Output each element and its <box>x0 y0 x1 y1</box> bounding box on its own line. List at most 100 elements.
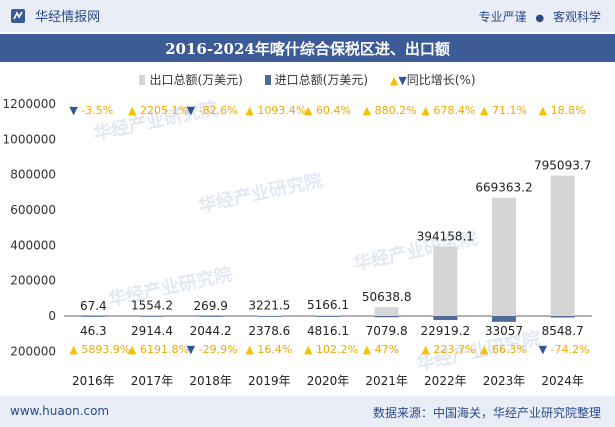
growth-down-icon: ▼ <box>69 104 78 117</box>
growth-down-icon: ▼ <box>187 104 196 117</box>
export-value-label: 5166.1 <box>307 298 349 312</box>
export-bar <box>492 197 516 316</box>
growth-up-icon: ▲ <box>245 104 254 117</box>
growth-up-icon: ▲ <box>363 104 372 117</box>
top-bar: 华经情报网 专业严谨 ● 客观科学 <box>0 0 615 32</box>
growth-up-icon: ▲ <box>421 343 430 356</box>
growth-up-icon: ▲ <box>363 343 372 356</box>
brand-name: 华经情报网 <box>35 10 101 25</box>
export-value-label: 67.4 <box>80 299 107 313</box>
chart-title: 2016-2024年喀什综合保税区进、出口额 <box>165 40 450 58</box>
title-bar: 2016-2024年喀什综合保税区进、出口额 <box>0 34 615 62</box>
import-value-label: 2044.2 <box>190 324 232 338</box>
import-value-label: 22919.2 <box>421 324 471 338</box>
import-bar <box>140 316 164 317</box>
export-growth-label: 678.4% <box>433 104 475 117</box>
import-growth-label: 5893.9% <box>81 343 130 356</box>
legend-export-swatch <box>139 75 146 85</box>
y-tick-label: 600000 <box>10 203 56 217</box>
import-growth-label: 16.4% <box>257 343 292 356</box>
import-value-label: 2914.4 <box>131 324 173 338</box>
export-bar <box>433 246 458 316</box>
import-growth-label: 66.3% <box>492 343 527 356</box>
x-category-label: 2022年 <box>424 374 467 388</box>
x-category-label: 2024年 <box>541 374 584 388</box>
growth-up-icon: ▲ <box>128 104 137 117</box>
import-bar <box>257 316 282 317</box>
legend-growth: ▲▼同比增长(%) <box>390 71 476 88</box>
import-value-label: 8548.7 <box>542 324 584 338</box>
legend-import: 进口总额(万美元) <box>264 71 369 88</box>
footer-website[interactable]: www.huaon.com <box>10 404 109 418</box>
brand[interactable]: 华经情报网 <box>10 6 100 25</box>
export-growth-label: -82.6% <box>199 104 238 117</box>
import-value-label: 33057 <box>485 324 523 338</box>
import-growth-label: 6191.8% <box>140 343 189 356</box>
export-growth-label: 60.4% <box>316 104 351 117</box>
import-bar <box>492 316 516 322</box>
import-value-label: 7079.8 <box>366 324 408 338</box>
export-value-label: 1554.2 <box>131 299 173 313</box>
growth-up-icon: ▲ <box>245 343 254 356</box>
x-category-label: 2021年 <box>365 374 408 388</box>
export-growth-label: 71.1% <box>492 104 527 117</box>
export-growth-label: 2205.1% <box>140 104 189 117</box>
import-bar <box>433 316 458 321</box>
y-tick-label: 800000 <box>10 168 56 182</box>
chart-legend: 出口总额(万美元) 进口总额(万美元) ▲▼同比增长(%) <box>0 71 615 91</box>
x-category-label: 2020年 <box>307 374 350 388</box>
tag-objective: 客观科学 <box>552 10 601 24</box>
import-bar <box>316 316 340 317</box>
tag-separator-icon: ● <box>535 13 545 24</box>
legend-import-swatch <box>264 75 271 85</box>
import-value-label: 2378.6 <box>248 324 290 338</box>
export-bar <box>316 315 340 316</box>
export-value-label: 269.9 <box>193 299 227 313</box>
export-growth-label: 1093.4% <box>257 104 306 117</box>
export-growth-label: -3.5% <box>81 104 113 117</box>
y-tick-label: 0 <box>48 309 56 323</box>
legend-import-label: 进口总额(万美元) <box>274 73 369 87</box>
growth-down-icon: ▼ <box>539 343 548 356</box>
import-growth-label: -74.2% <box>551 343 590 356</box>
y-tick-label: 200000 <box>10 274 56 288</box>
export-value-label: 394158.1 <box>417 229 474 243</box>
import-growth-label: 102.2% <box>316 343 358 356</box>
x-category-label: 2019年 <box>248 374 291 388</box>
export-bar <box>374 307 399 316</box>
export-value-label: 795093.7 <box>534 159 591 173</box>
import-bar <box>374 316 399 318</box>
growth-up-icon: ▲ <box>480 104 489 117</box>
import-growth-label: 47% <box>375 343 399 356</box>
tagline: 专业严谨 ● 客观科学 <box>479 8 601 25</box>
growth-up-icon: ▲ <box>480 343 489 356</box>
x-category-label: 2018年 <box>189 374 232 388</box>
import-bar <box>81 316 106 317</box>
y-tick-label: 1000000 <box>3 132 56 146</box>
import-growth-label: 223.7% <box>433 343 475 356</box>
legend-export-label: 出口总额(万美元) <box>149 73 243 87</box>
x-category-label: 2017年 <box>131 374 174 388</box>
logo-icon <box>11 9 25 23</box>
legend-export: 出口总额(万美元) <box>139 71 243 88</box>
growth-down-icon: ▼ <box>187 343 196 356</box>
import-growth-label: -29.9% <box>199 343 238 356</box>
growth-up-icon: ▲ <box>304 343 313 356</box>
growth-up-icon: ▲ <box>304 104 313 117</box>
export-growth-label: 18.8% <box>551 104 586 117</box>
growth-up-icon: ▲ <box>539 104 548 117</box>
footer-source: 数据来源：中国海关，华经产业研究院整理 <box>372 406 601 420</box>
legend-growth-label: 同比增长(%) <box>406 73 476 87</box>
growth-up-icon: ▲ <box>421 104 430 117</box>
import-value-label: 4816.1 <box>307 324 349 338</box>
export-bar <box>257 315 282 316</box>
y-tick-label: 1200000 <box>3 97 56 111</box>
import-bar <box>550 316 575 318</box>
import-value-label: 46.3 <box>80 324 107 338</box>
export-value-label: 50638.8 <box>362 290 412 304</box>
export-value-label: 3221.5 <box>248 298 290 312</box>
y-tick-label: 400000 <box>10 238 56 252</box>
export-bar <box>550 175 575 316</box>
footer: www.huaon.com 数据来源：中国海关，华经产业研究院整理 <box>0 396 615 427</box>
growth-up-icon: ▲ <box>128 343 137 356</box>
